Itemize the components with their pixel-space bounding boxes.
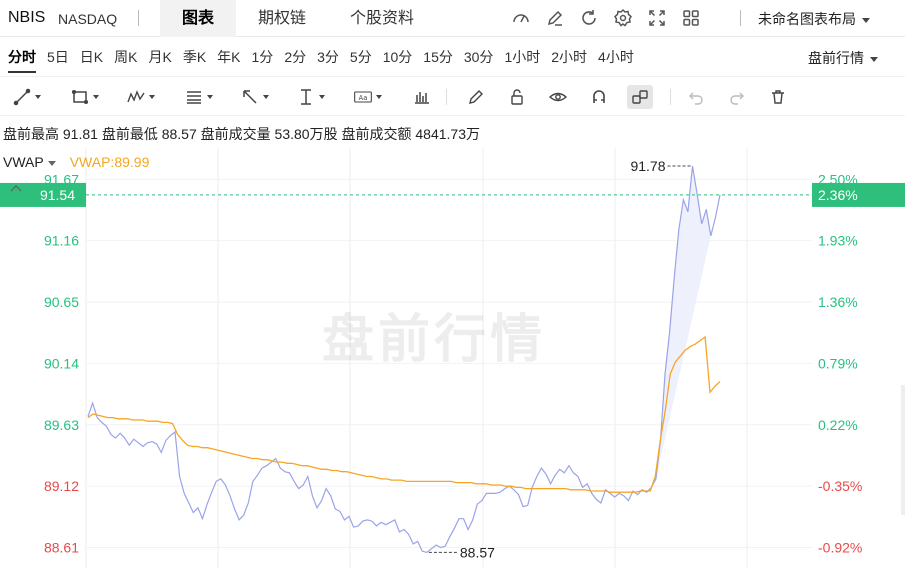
svg-text:Aa: Aa	[359, 94, 368, 102]
pct-tick-label: -0.92%	[818, 540, 862, 556]
gear-icon[interactable]	[610, 6, 636, 30]
period-1[interactable]: 5日	[47, 47, 69, 73]
tab-profile[interactable]: 个股资料	[328, 0, 436, 37]
session-label: 盘前行情	[808, 50, 864, 66]
price-tick-label: 88.61	[44, 540, 79, 556]
period-bar: 分时 5日 日K 周K 月K 季K 年K 1分 2分 3分 5分 10分 15分 30分 1小时 2小时 4小时…	[0, 38, 905, 75]
tab-chart[interactable]: 图表	[160, 0, 237, 37]
pct-tick-label: 0.79%	[818, 355, 858, 371]
current-pct-value: 2.36%	[818, 187, 858, 203]
redo-icon[interactable]	[727, 85, 747, 109]
layout-name-label: 未命名图表布局	[758, 11, 856, 27]
symbol-label[interactable]: NBIS	[8, 9, 45, 27]
exchange-label: NASDAQ	[58, 11, 118, 27]
period-12[interactable]: 15分	[423, 47, 453, 73]
price-tick-label: 91.16	[44, 233, 79, 249]
refresh-icon[interactable]	[576, 6, 602, 30]
measure-tool-icon[interactable]	[296, 85, 325, 109]
period-16[interactable]: 4小时	[598, 47, 634, 73]
period-10[interactable]: 5分	[350, 47, 372, 73]
pct-tick-label: -0.35%	[818, 478, 862, 494]
layout-selector[interactable]: 未命名图表布局	[758, 9, 870, 29]
low-annotation-label: 88.57	[460, 544, 495, 560]
pct-tick-label: 0.22%	[818, 417, 858, 433]
price-tick-label: 90.65	[44, 294, 79, 310]
price-area	[655, 166, 720, 479]
rectangle-tool-icon[interactable]	[70, 85, 99, 109]
period-5[interactable]: 季K	[183, 47, 206, 73]
divider	[740, 10, 741, 26]
price-tick-label: 89.63	[44, 417, 79, 433]
bar-type-icon[interactable]	[412, 85, 432, 109]
arrow-tool-icon[interactable]	[240, 85, 269, 109]
pencil-icon[interactable]	[542, 6, 568, 30]
watermark: 盘前行情	[322, 310, 547, 370]
period-0[interactable]: 分时	[8, 47, 36, 73]
line-tool-icon[interactable]	[12, 85, 41, 109]
lock-icon[interactable]	[507, 85, 527, 109]
period-6[interactable]: 年K	[217, 47, 240, 73]
period-7[interactable]: 1分	[252, 47, 274, 73]
trash-icon[interactable]	[768, 85, 788, 109]
period-9[interactable]: 3分	[317, 47, 339, 73]
period-15[interactable]: 2小时	[551, 47, 587, 73]
volume-value: 53.80万股	[274, 126, 338, 142]
link-icon[interactable]	[627, 85, 653, 109]
period-13[interactable]: 30分	[464, 47, 494, 73]
pct-tick-label: 1.93%	[818, 233, 858, 249]
gauge-icon[interactable]	[508, 6, 534, 30]
indicator-name[interactable]: VWAP	[3, 154, 44, 170]
indicator-value: VWAP:89.99	[69, 154, 150, 170]
period-8[interactable]: 2分	[284, 47, 306, 73]
top-bar: NBIS NASDAQ 图表 期权链 个股资料 未命名图表布局	[0, 0, 905, 37]
chevron-down-icon[interactable]	[47, 160, 56, 166]
high-value: 91.81	[62, 126, 98, 142]
indicator-legend[interactable]: VWAP VWAP:89.99	[3, 154, 149, 170]
pct-tick-label: 1.36%	[818, 294, 858, 310]
fib-tool-icon[interactable]	[184, 85, 213, 109]
fullscreen-icon[interactable]	[644, 6, 670, 30]
period-11[interactable]: 10分	[383, 47, 413, 73]
pen-icon[interactable]	[466, 85, 486, 109]
volume-label: 盘前成交量	[200, 126, 271, 142]
chevron-down-icon	[862, 17, 870, 23]
price-tick-label: 89.12	[44, 478, 79, 494]
chevron-down-icon	[870, 56, 878, 62]
divider	[670, 89, 671, 105]
period-4[interactable]: 月K	[148, 47, 171, 73]
period-2[interactable]: 日K	[80, 47, 103, 73]
divider	[138, 10, 139, 26]
turnover-label: 盘前成交额	[341, 126, 412, 142]
collapse-icon[interactable]	[10, 183, 22, 193]
magnet-icon[interactable]	[589, 85, 609, 109]
tab-bar: 图表 期权链 个股资料	[160, 0, 436, 37]
high-label: 盘前最高	[3, 126, 59, 142]
turnover-value: 4841.73万	[415, 126, 480, 142]
premarket-stats: 盘前最高 91.81 盘前最低 88.57 盘前成交量 53.80万股 盘前成交…	[3, 124, 480, 144]
grid-icon[interactable]	[678, 6, 704, 30]
tab-options-chain[interactable]: 期权链	[236, 0, 328, 37]
high-annotation-label: 91.78	[630, 158, 665, 174]
divider	[446, 89, 447, 105]
period-list: 分时 5日 日K 周K 月K 季K 年K 1分 2分 3分 5分 10分 15分 30分 1小时 2小时 4小时	[8, 47, 645, 73]
scroll-handle	[901, 385, 905, 515]
period-3[interactable]: 周K	[114, 47, 137, 73]
low-label: 盘前最低	[101, 126, 158, 142]
period-14[interactable]: 1小时	[504, 47, 540, 73]
undo-icon[interactable]	[686, 85, 706, 109]
eye-icon[interactable]	[548, 85, 568, 109]
session-selector[interactable]: 盘前行情	[808, 48, 878, 68]
pattern-tool-icon[interactable]	[126, 85, 155, 109]
drawing-toolbar: Aa	[0, 76, 905, 116]
text-tool-icon[interactable]: Aa	[353, 85, 382, 109]
current-price-value: 91.54	[40, 187, 75, 203]
top-icon-group	[508, 6, 704, 30]
price-tick-label: 90.14	[44, 355, 79, 371]
low-value: 88.57	[161, 126, 197, 142]
